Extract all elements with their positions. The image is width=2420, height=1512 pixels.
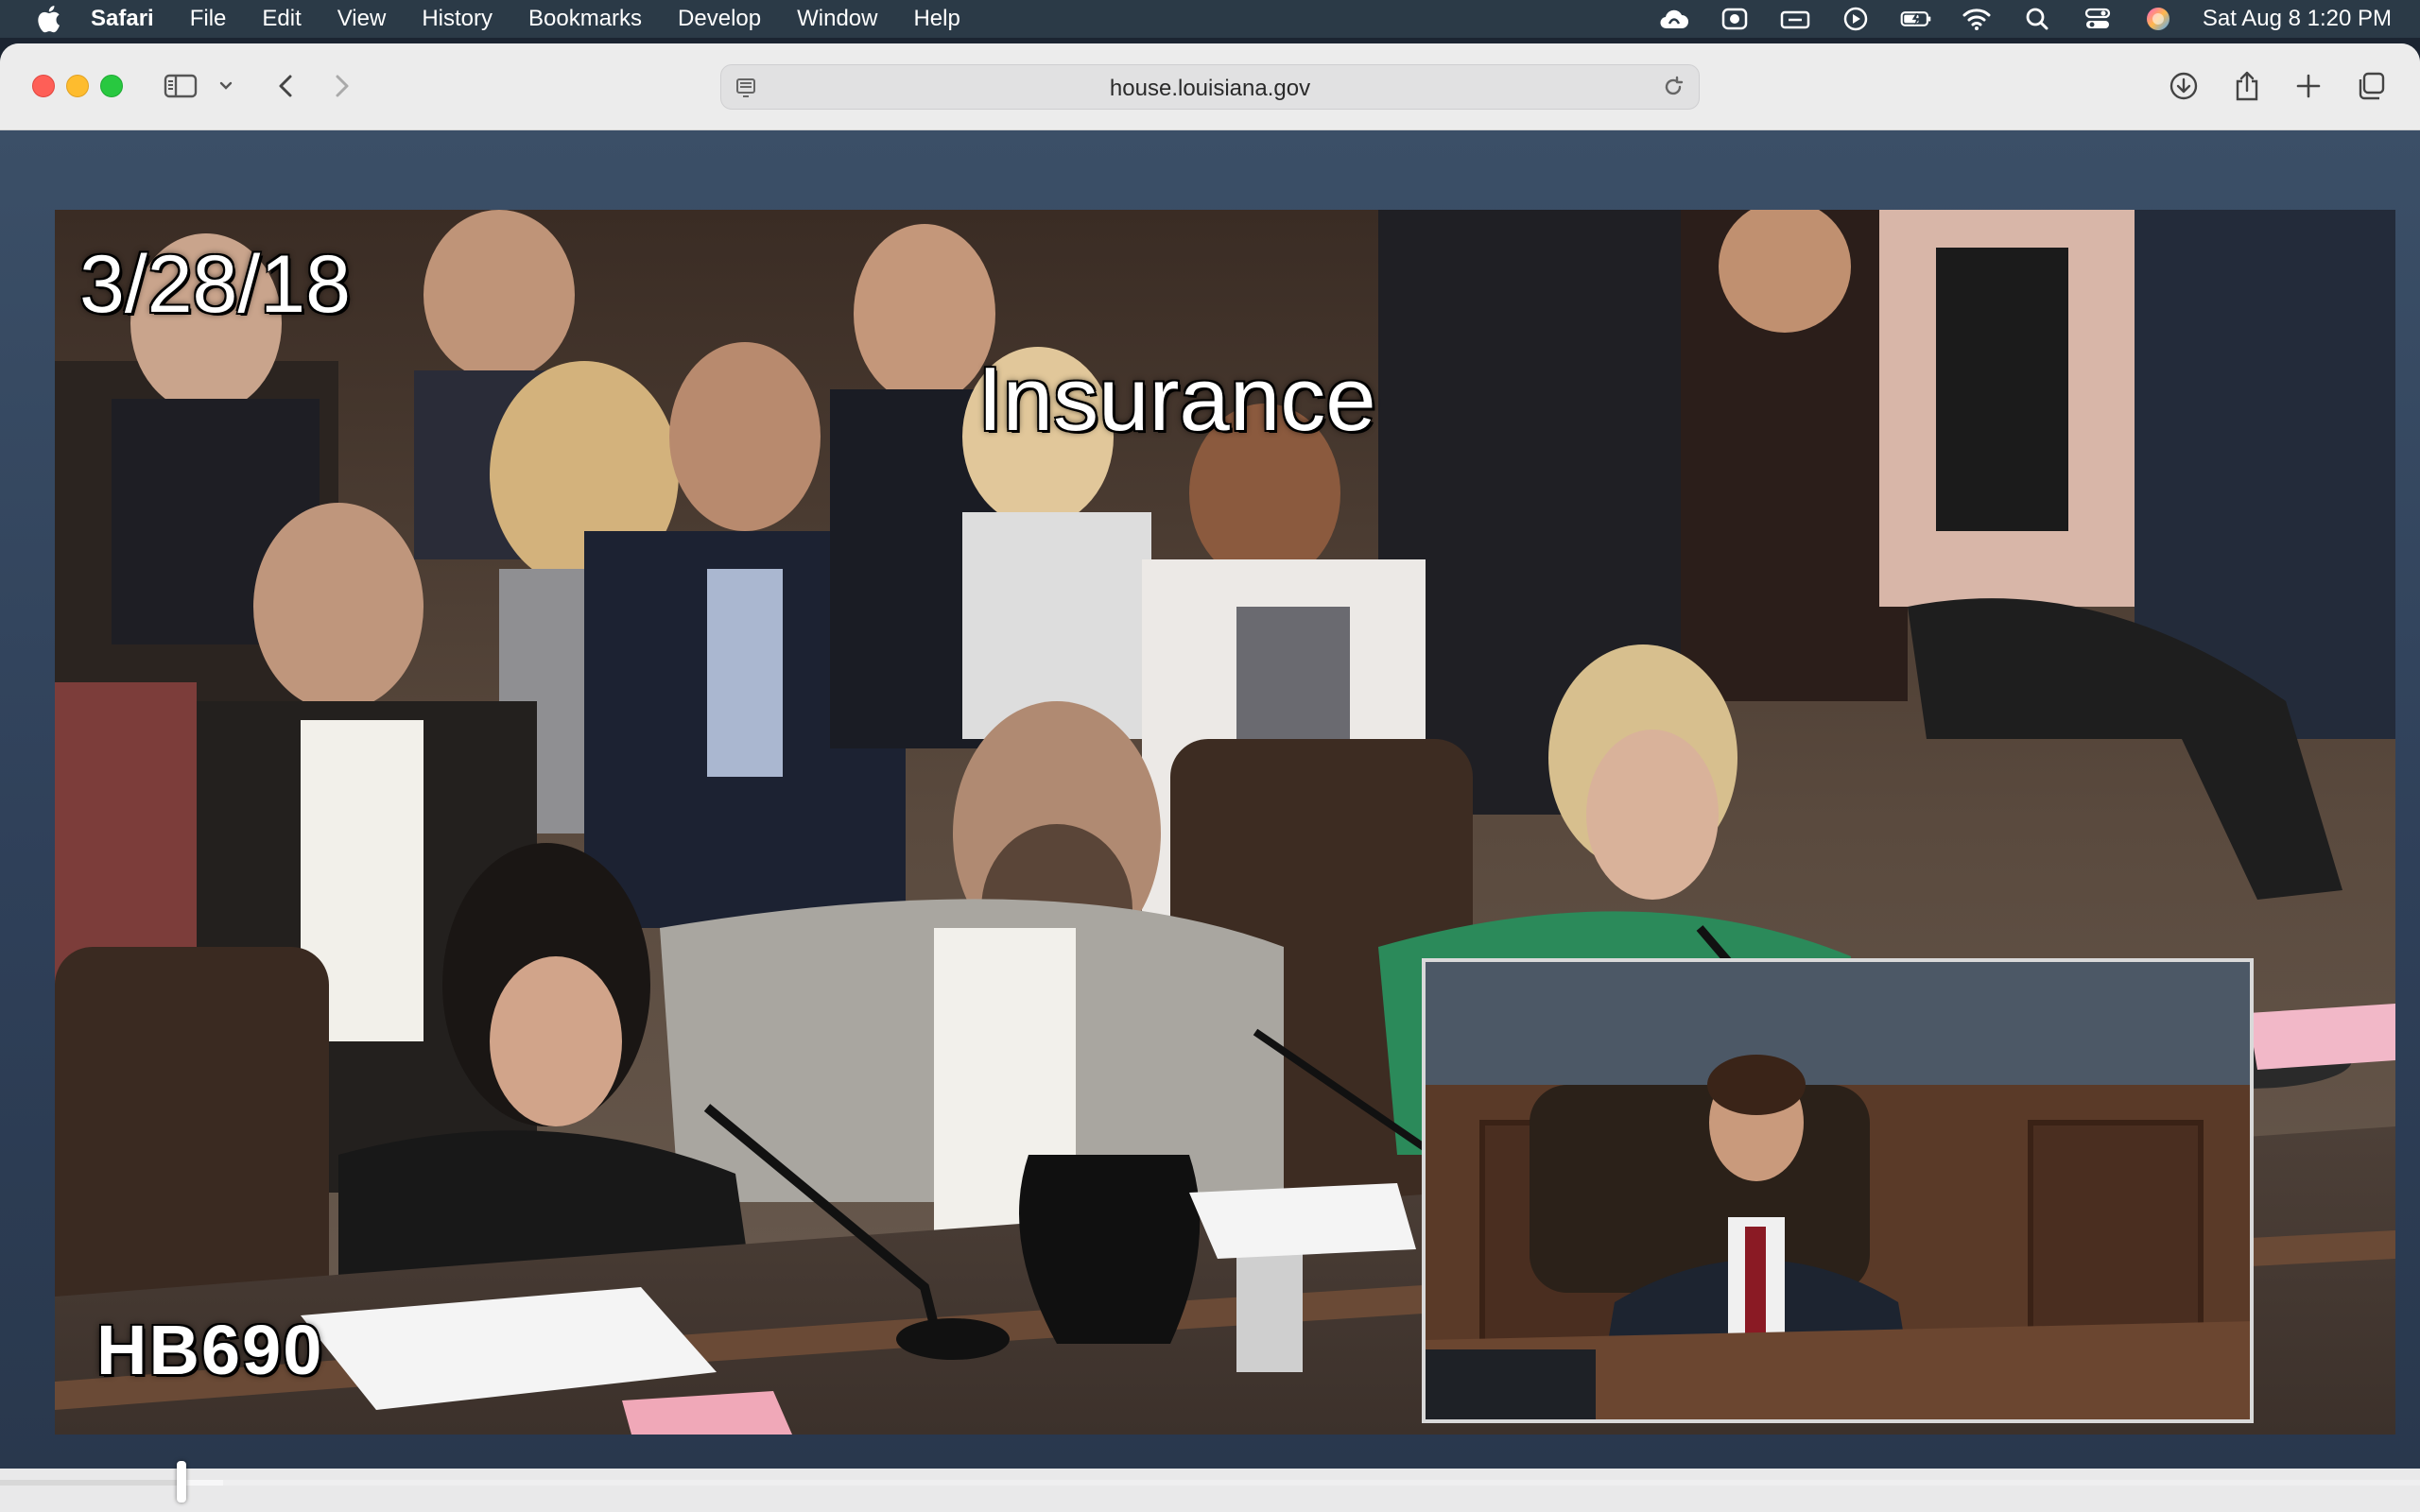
control-center-icon[interactable] <box>2082 5 2114 33</box>
status-area: Sat Aug 8 1:20 PM <box>1630 0 2392 38</box>
video-bill-overlay: HB690 <box>96 1311 324 1389</box>
new-tab-button[interactable] <box>2290 66 2327 106</box>
video-date-overlay: 3/28/18 <box>79 239 351 330</box>
macos-menu-bar: Safari File Edit View History Bookmarks … <box>0 0 2420 38</box>
creative-cloud-icon[interactable] <box>1658 5 1690 33</box>
download-icon <box>2169 72 2198 100</box>
spotlight-search-icon[interactable] <box>2021 5 2053 33</box>
reload-icon[interactable] <box>1661 75 1685 104</box>
siri-icon[interactable] <box>2142 5 2174 33</box>
video-committee-overlay: Insurance <box>977 349 1376 450</box>
safari-toolbar: house.louisiana.gov <box>0 43 2420 130</box>
window-fullscreen-button[interactable] <box>100 75 123 97</box>
chevron-left-icon <box>279 75 292 97</box>
video-player[interactable]: 3/28/18 Insurance HB690 <box>55 210 2395 1435</box>
menu-edit[interactable]: Edit <box>262 6 301 32</box>
share-button[interactable] <box>2228 66 2266 106</box>
battery-icon[interactable] <box>1900 5 1932 33</box>
camera-icon[interactable] <box>1779 5 1811 33</box>
forward-button[interactable] <box>325 66 359 106</box>
window-close-button[interactable] <box>32 75 55 97</box>
menu-help[interactable]: Help <box>913 6 959 32</box>
url-text: house.louisiana.gov <box>1109 76 1311 101</box>
play-icon[interactable] <box>1840 5 1872 33</box>
tab-group-dropdown[interactable] <box>216 66 236 106</box>
chevron-right-icon <box>336 75 349 97</box>
menu-develop[interactable]: Develop <box>678 6 761 32</box>
picture-in-picture-inset <box>1422 958 2254 1423</box>
address-bar[interactable]: house.louisiana.gov <box>720 64 1700 110</box>
wifi-icon[interactable] <box>1961 5 1993 33</box>
back-button[interactable] <box>268 66 302 106</box>
tab-overview-button[interactable] <box>2352 66 2390 106</box>
progress-played <box>0 1480 182 1486</box>
pip-frame <box>1426 962 2250 1419</box>
menu-app-safari[interactable]: Safari <box>91 6 154 32</box>
progress-scrubber-handle[interactable] <box>177 1461 186 1503</box>
tab-overview-icon <box>2359 72 2385 100</box>
menu-bookmarks[interactable]: Bookmarks <box>528 6 642 32</box>
menu-view[interactable]: View <box>337 6 387 32</box>
menu-history[interactable]: History <box>422 6 493 32</box>
sidebar-toggle-button[interactable] <box>161 66 200 106</box>
window-minimize-button[interactable] <box>66 75 89 97</box>
menu-window[interactable]: Window <box>797 6 877 32</box>
apple-icon[interactable] <box>34 5 62 33</box>
downloads-button[interactable] <box>2165 66 2203 106</box>
chevron-down-icon <box>219 81 233 90</box>
plus-icon <box>2296 74 2321 98</box>
page-content: 3/28/18 Insurance HB690 <box>0 130 2420 1503</box>
menu-file[interactable]: File <box>190 6 227 32</box>
share-icon <box>2236 71 2258 101</box>
menubar-clock[interactable]: Sat Aug 8 1:20 PM <box>2203 6 2392 32</box>
screen-recorder-icon[interactable] <box>1719 5 1751 33</box>
video-progress-bar[interactable] <box>0 1461 2420 1503</box>
sidebar-icon <box>164 74 198 98</box>
progress-track[interactable] <box>0 1480 2420 1486</box>
